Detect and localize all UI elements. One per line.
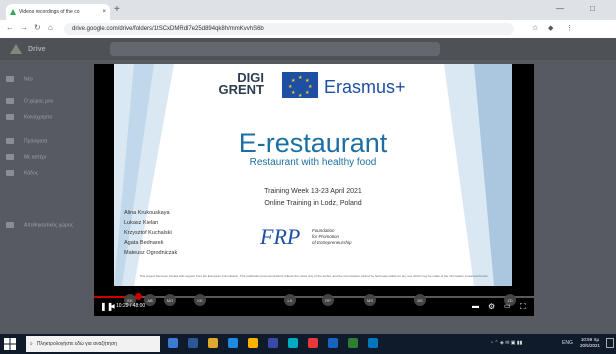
drive-logo: Drive <box>10 44 46 54</box>
excel-icon[interactable] <box>348 338 358 348</box>
presentation-slide: DIGI GRENT ★ ★ ★ ★ ★ ★ ★ ★ Erasmus+ E-re… <box>114 64 512 286</box>
drive-favicon-icon <box>10 9 16 15</box>
participant-avatar: RP <box>322 294 334 306</box>
settings-gear-icon[interactable]: ⚙ <box>488 302 495 312</box>
tab-close-icon[interactable]: × <box>102 9 106 15</box>
home-icon[interactable]: ⌂ <box>48 22 53 34</box>
bookmark-star-icon[interactable]: ☆ <box>532 24 538 34</box>
volume-icon[interactable]: ◀ <box>110 302 115 312</box>
windows-start-icon[interactable] <box>4 338 16 350</box>
reload-icon[interactable]: ↻ <box>34 22 41 34</box>
app-icon[interactable] <box>268 338 278 348</box>
tab-title: Videos recordings of the co <box>19 9 80 15</box>
time-display: 10:29 / 48:00 <box>116 303 146 309</box>
slide-subtitle: Restaurant with healthy food <box>249 157 377 168</box>
eu-flag-icon: ★ ★ ★ ★ ★ ★ ★ ★ <box>282 72 318 99</box>
slide-title: E-restaurant <box>238 128 388 158</box>
theater-mode-icon[interactable]: ▭ <box>504 302 511 312</box>
app-icon[interactable] <box>288 338 298 348</box>
word-icon[interactable] <box>328 338 338 348</box>
frp-logo: FRP <box>260 224 301 249</box>
sidebar-item-recent[interactable]: Πρόσφατα <box>6 138 47 144</box>
notification-icon[interactable] <box>606 338 614 348</box>
participant-avatar: LK <box>284 294 296 306</box>
participant-avatar: ΜΟ <box>164 294 176 306</box>
training-info: Training Week 13-23 April 2021 Online Tr… <box>264 188 362 207</box>
extension-icon[interactable]: ◆ <box>548 24 553 34</box>
clock-icon <box>6 138 14 144</box>
author-name: Mateusz Ogrodniczak <box>124 250 178 256</box>
digigrent-logo: DIGI GRENT <box>218 70 265 97</box>
file-explorer-icon[interactable] <box>208 338 218 348</box>
frp-caption: Foundation for Promotion of Entrepreneur… <box>312 228 352 245</box>
edge-icon[interactable] <box>228 338 238 348</box>
author-name: Lukasz Kielan <box>124 220 159 226</box>
chrome-icon[interactable] <box>248 338 258 348</box>
input-language[interactable]: ENG <box>562 340 573 346</box>
taskbar-clock[interactable]: 10:59 πμ 20/5/2021 <box>580 337 600 349</box>
back-arrow-icon[interactable]: ← <box>6 22 14 34</box>
captions-icon[interactable]: ▬ <box>472 302 479 312</box>
sidebar-item-new[interactable]: Νέο <box>6 76 33 82</box>
browser-tab[interactable]: Videos recordings of the co × <box>6 4 110 20</box>
menu-icon[interactable]: ⋮ <box>566 24 573 34</box>
progress-track[interactable]: ΕΚ ΑΒ ΜΟ ΚΚ LK RP MS BS ZD <box>94 293 534 306</box>
forward-arrow-icon[interactable]: → <box>20 22 28 34</box>
participant-avatar: ΚΚ <box>194 294 206 306</box>
participant-avatar: MS <box>364 294 376 306</box>
system-tray-icons[interactable]: ◔ ⌃ ◈ ✉ ▣ ▮▮ <box>490 340 522 346</box>
eu-disclaimer: This project has been funded with suppor… <box>139 274 489 278</box>
app-icon[interactable] <box>368 338 378 348</box>
author-name: Agata Bednarek <box>124 240 164 246</box>
progress-handle[interactable] <box>135 293 142 300</box>
author-name: Krzysztof Kuchalski <box>124 230 172 236</box>
sidebar-item-trash[interactable]: Κάδος <box>6 170 38 176</box>
sidebar-item-starred[interactable]: Με αστέρι <box>6 154 46 160</box>
sidebar-item-my-drive[interactable]: Ο χώρος μου <box>6 98 54 104</box>
star-icon <box>6 154 14 160</box>
shared-icon <box>6 114 14 120</box>
author-list: Alina Krukouskaya Lukasz Kielan Krzyszto… <box>124 208 177 258</box>
folder-icon <box>6 98 14 104</box>
cloud-icon <box>6 222 14 228</box>
sidebar-item-shared[interactable]: Κοινόχρηστο <box>6 114 52 120</box>
url-field[interactable]: drive.google.com/drive/folders/1tSCxDMRd… <box>64 23 514 35</box>
video-controls: ΕΚ ΑΒ ΜΟ ΚΚ LK RP MS BS ZD ❚❚ ◀ 10:29 / … <box>94 290 534 316</box>
pdf-reader-icon[interactable] <box>308 338 318 348</box>
drive-icon <box>10 44 22 54</box>
erasmus-logo: Erasmus+ <box>324 77 406 97</box>
app-icon[interactable] <box>188 338 198 348</box>
sidebar-item-storage[interactable]: Αποθηκευτικός χώρος <box>6 222 73 228</box>
minimize-button[interactable]: — <box>556 4 564 14</box>
maximize-button[interactable]: □ <box>590 4 595 14</box>
drive-search-input[interactable] <box>110 42 440 56</box>
fullscreen-icon[interactable]: ⛶ <box>520 302 526 312</box>
participant-avatar: ΑΒ <box>144 294 156 306</box>
trash-icon <box>6 170 14 176</box>
search-icon: ⌕ <box>30 341 33 347</box>
new-tab-button[interactable]: + <box>114 5 120 15</box>
task-view-icon[interactable] <box>168 338 178 348</box>
author-name: Alina Krukouskaya <box>124 210 170 216</box>
plus-icon <box>6 76 14 82</box>
participant-avatar: BS <box>414 294 426 306</box>
taskbar-search-input[interactable]: ⌕ Πληκτρολογήστε εδώ για αναζήτηση <box>26 336 160 352</box>
